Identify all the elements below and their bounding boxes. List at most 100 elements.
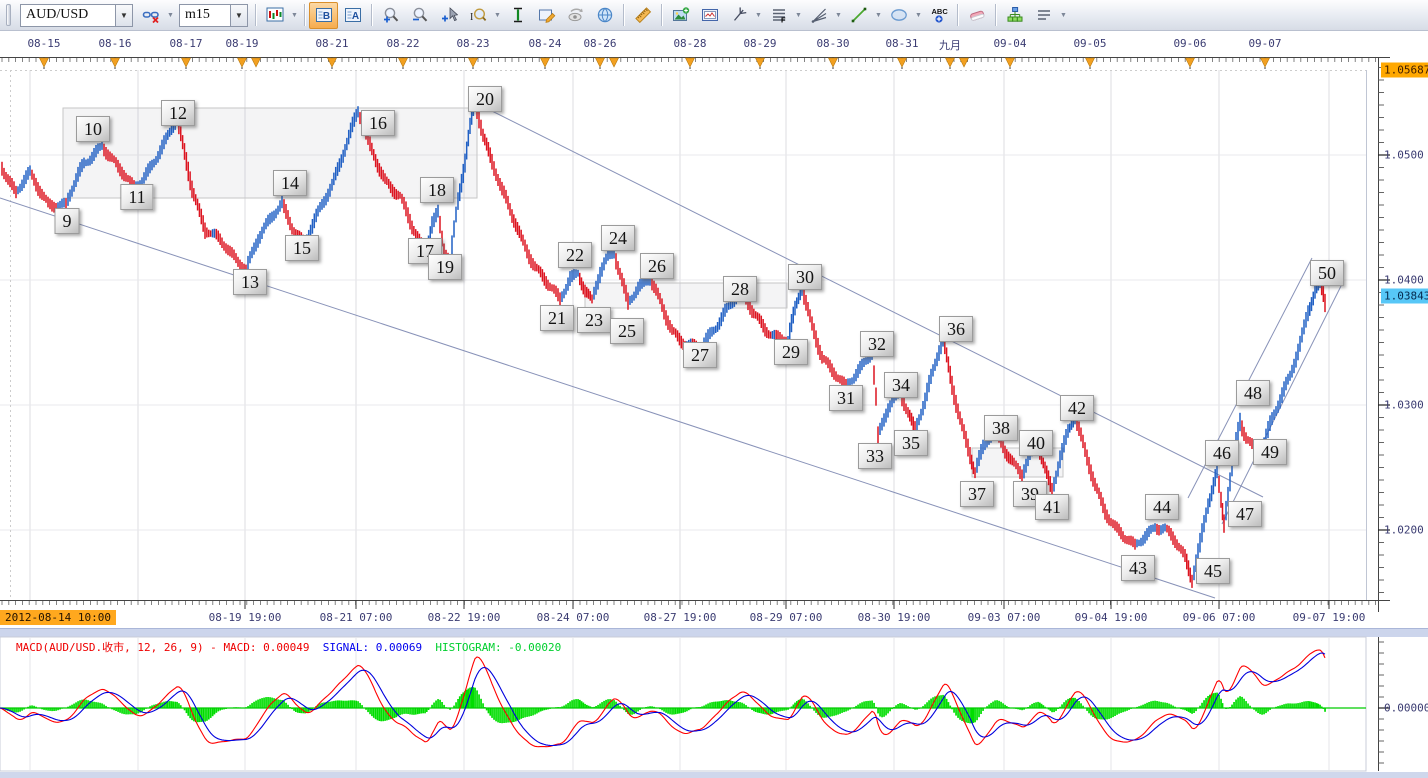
price-label: 1.0200 [1384,523,1424,537]
wave-label-10[interactable]: 10 [76,116,110,142]
image-frame-icon [701,9,718,21]
svg-text:I: I [470,12,473,23]
top-time-label: 08-29 [743,37,777,50]
toolbar-separator [995,4,996,26]
bottom-time-label: 08-27 19:00 [643,611,717,624]
wave-label-27[interactable]: 27 [683,342,717,368]
top-time-label: 08-31 [885,37,919,50]
wave-label-12[interactable]: 12 [161,100,195,126]
price-label: 1.0400 [1384,273,1424,287]
wave-label-19[interactable]: 19 [428,254,462,280]
wave-label-23[interactable]: 23 [577,307,611,333]
wave-label-16[interactable]: 16 [361,110,395,136]
trendline-arrow[interactable]: ▼ [873,3,884,28]
pitchfork-arrow[interactable]: ▼ [753,3,764,28]
wave-label-34[interactable]: 34 [884,372,918,398]
wave-label-46[interactable]: 46 [1205,440,1239,466]
chart-type-button[interactable] [260,2,289,29]
wave-label-48[interactable]: 48 [1236,380,1270,406]
period-combo-arrow[interactable]: ▼ [230,4,247,26]
ruler-button[interactable] [628,2,657,29]
link-break-arrow[interactable]: ▼ [165,3,176,28]
wave-label-38[interactable]: 38 [984,415,1018,441]
menu-button[interactable] [1029,2,1058,29]
wave-label-50[interactable]: 50 [1310,260,1344,286]
fibonacci-arrow[interactable]: ▼ [793,3,804,28]
zoom-area-button[interactable]: I [463,2,492,29]
wave-label-9[interactable]: 9 [54,208,80,234]
link-break-button[interactable] [136,2,165,29]
bar-labels-button[interactable]: B [309,1,338,29]
top-time-label: 08-24 [528,37,562,50]
wave-label-26[interactable]: 26 [640,253,674,279]
main-chart-canvas[interactable] [0,0,1428,778]
ellipse-button[interactable] [884,2,913,29]
symbol-combo-arrow[interactable]: ▼ [115,4,132,26]
wave-label-29[interactable]: 29 [774,339,808,365]
crosshair-button[interactable] [503,2,532,29]
toolbar-separator [304,4,305,26]
fan-lines-button[interactable] [804,2,833,29]
period-combo[interactable]: m15 ▼ [179,3,248,27]
symbol-combo[interactable]: AUD/USD ▼ [20,3,133,27]
wave-label-43[interactable]: 43 [1121,555,1155,581]
globe-icon [597,7,612,23]
top-time-label: 08-19 [225,37,259,50]
wave-label-36[interactable]: 36 [939,316,973,342]
pitchfork-button[interactable] [724,2,753,29]
wave-label-22[interactable]: 22 [558,242,592,268]
period-combo-value: m15 [185,7,210,22]
chart-type-arrow[interactable]: ▼ [289,3,300,28]
price-label: 1.0500 [1384,148,1424,162]
fan-lines-arrow[interactable]: ▼ [833,3,844,28]
wave-label-32[interactable]: 32 [860,331,894,357]
wave-label-14[interactable]: 14 [273,170,307,196]
wave-label-33[interactable]: 33 [858,443,892,469]
eraser-button[interactable] [962,2,991,29]
wave-label-44[interactable]: 44 [1145,494,1179,520]
top-time-label: 08-23 [456,37,490,50]
wave-label-35[interactable]: 35 [894,430,928,456]
wave-label-11[interactable]: 11 [120,184,154,210]
trading-app-window: AUD/USD ▼ ▼ m15 ▼ ▼ B A I ▼ ▼ F ▼ ▼ ▼ ▼ ABC ▼ 08-15 08-16 0… [0,0,1428,778]
pointer-add-button[interactable] [434,2,463,29]
zoom-out-button[interactable] [405,2,434,29]
objects-button[interactable] [1000,2,1029,29]
wave-label-13[interactable]: 13 [233,269,267,295]
zoom-area-arrow[interactable]: ▼ [492,3,503,28]
wave-label-49[interactable]: 49 [1253,439,1287,465]
wave-label-45[interactable]: 45 [1196,558,1230,584]
wave-label-24[interactable]: 24 [601,225,635,251]
eye-redo-icon [568,8,583,22]
image-add-icon [672,7,689,21]
wave-label-18[interactable]: 18 [420,177,454,203]
wave-label-28[interactable]: 28 [723,276,757,302]
wave-label-41[interactable]: 41 [1035,494,1069,520]
trendline-button[interactable] [844,2,873,29]
wave-label-40[interactable]: 40 [1019,430,1053,456]
wave-label-47[interactable]: 47 [1228,501,1262,527]
ruler-icon [634,7,651,24]
toolbar-grip[interactable] [6,4,11,26]
fibonacci-button[interactable]: F [764,2,793,29]
wave-label-37[interactable]: 37 [960,481,994,507]
wave-label-21[interactable]: 21 [540,305,574,331]
top-time-label: 九月 [939,39,961,52]
add-image-button[interactable] [666,2,695,29]
wave-label-15[interactable]: 15 [285,235,319,261]
wave-label-30[interactable]: 30 [788,264,822,290]
signal-value-label: SIGNAL: 0.00069 [322,641,436,654]
edit-window-button[interactable] [532,2,561,29]
wave-label-42[interactable]: 42 [1060,395,1094,421]
wave-label-25[interactable]: 25 [610,318,644,344]
web-button[interactable] [590,2,619,29]
visibility-button[interactable] [561,2,590,29]
menu-arrow[interactable]: ▼ [1058,3,1069,28]
text-button[interactable]: ABC [924,2,953,29]
zoom-in-button[interactable] [376,2,405,29]
wave-label-31[interactable]: 31 [829,385,863,411]
annotation-button[interactable]: A [338,2,367,29]
image-frame-button[interactable] [695,2,724,29]
ellipse-arrow[interactable]: ▼ [913,3,924,28]
wave-label-20[interactable]: 20 [468,86,502,112]
